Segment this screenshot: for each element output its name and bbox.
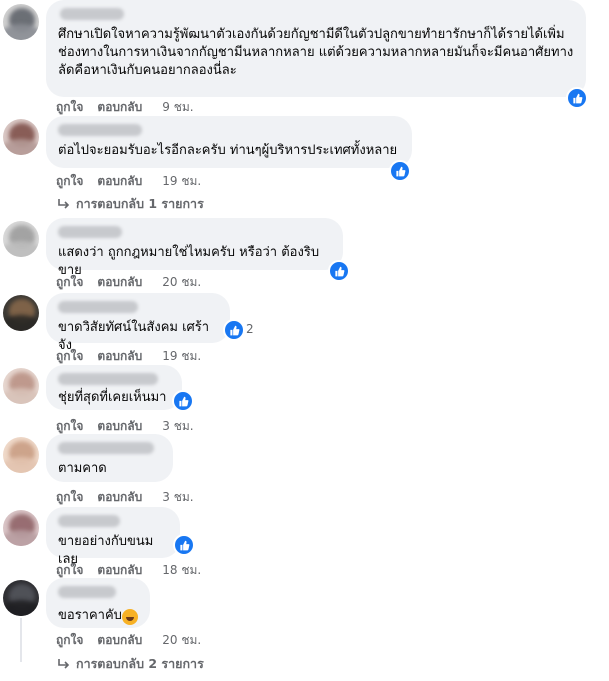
like-action[interactable]: ถูกใจ [56,98,83,117]
avatar[interactable] [3,510,39,546]
reply-action[interactable]: ตอบกลับ [97,488,142,507]
like-reaction-icon[interactable] [389,160,411,182]
timestamp[interactable]: 19 ชม. [162,172,201,191]
comment-bubble: แสดงว่า ถูกกฎหมายใช่ไหมครับ หรือว่า ต้อง… [46,218,343,278]
blurred-author-name[interactable] [58,442,154,454]
avatar[interactable] [3,580,39,616]
reply-action[interactable]: ตอบกลับ [97,273,142,292]
reply-action[interactable]: ตอบกลับ [97,631,142,650]
view-replies-link[interactable]: การตอบกลับ 1 รายการ [56,194,204,214]
like-action[interactable]: ถูกใจ [56,172,83,191]
comment-actions: ถูกใจ ตอบกลับ 19 ชม. [56,172,215,191]
blurred-author-name[interactable] [58,226,122,238]
reply-arrow-icon [58,659,70,669]
comment-text: ตามคาด [58,461,107,476]
comment-bubble: ตามคาด [46,434,173,482]
like-reaction-icon[interactable] [173,534,195,556]
view-replies-link[interactable]: การตอบกลับ 2 รายการ [56,654,204,674]
comment-bubble: ขายอย่างกับขนมเลย [46,507,180,567]
timestamp[interactable]: 9 ชม. [162,98,193,117]
comment-text: ชุ่ยที่สุดที่เคยเห็นมา [58,390,167,405]
comment-bubble: ขาดวิสัยทัศน์ในสังคม เศร้าจัง [46,293,230,353]
like-action[interactable]: ถูกใจ [56,347,83,366]
comment-actions: ถูกใจ ตอบกลับ 9 ชม. [56,98,208,117]
laughing-face-icon[interactable] [122,609,138,625]
timestamp[interactable]: 3 ชม. [162,417,193,436]
blurred-author-name[interactable] [58,373,158,385]
like-action[interactable]: ถูกใจ [56,488,83,507]
replies-label: การตอบกลับ 2 รายการ [76,656,204,671]
reply-arrow-icon [58,199,70,209]
avatar[interactable] [3,221,39,257]
comment-bubble: ชุ่ยที่สุดที่เคยเห็นมา [46,365,182,410]
comment-text: ศึกษาเปิดใจหาความรู้พัฒนาตัวเองกันด้วยกั… [58,27,574,78]
reply-action[interactable]: ตอบกลับ [97,98,142,117]
blurred-author-name[interactable] [58,586,116,598]
like-reaction-icon[interactable] [566,87,588,109]
avatar[interactable] [3,4,39,40]
avatar[interactable] [3,368,39,404]
comment-actions: ถูกใจ ตอบกลับ 19 ชม. [56,347,215,366]
blurred-author-name[interactable] [60,8,124,20]
like-action[interactable]: ถูกใจ [56,273,83,292]
avatar[interactable] [3,119,39,155]
reply-action[interactable]: ตอบกลับ [97,347,142,366]
timestamp[interactable]: 20 ชม. [162,273,201,292]
avatar[interactable] [3,437,39,473]
blurred-author-name[interactable] [58,301,138,313]
like-reaction-icon[interactable] [328,260,350,282]
comment-bubble: ต่อไปจะยอมรับอะไรอีกละครับ ท่านๆผู้บริหา… [46,116,412,168]
like-action[interactable]: ถูกใจ [56,631,83,650]
like-reaction-icon[interactable] [172,390,194,412]
blurred-author-name[interactable] [58,124,142,136]
comment-actions: ถูกใจ ตอบกลับ 20 ชม. [56,631,215,650]
timestamp[interactable]: 20 ชม. [162,631,201,650]
timestamp[interactable]: 3 ชม. [162,488,193,507]
timestamp[interactable]: 19 ชม. [162,347,201,366]
comment-bubble: ศึกษาเปิดใจหาความรู้พัฒนาตัวเองกันด้วยกั… [46,0,586,97]
comment-actions: ถูกใจ ตอบกลับ 3 ชม. [56,488,208,507]
timestamp[interactable]: 18 ชม. [162,561,201,580]
reply-action[interactable]: ตอบกลับ [97,172,142,191]
comment-actions: ถูกใจ ตอบกลับ 20 ชม. [56,273,215,292]
comment-text: ต่อไปจะยอมรับอะไรอีกละครับ ท่านๆผู้บริหา… [58,143,398,158]
blurred-author-name[interactable] [58,515,120,527]
avatar[interactable] [3,295,39,331]
reaction-count[interactable]: 2 [246,322,254,336]
replies-label: การตอบกลับ 1 รายการ [76,196,204,211]
like-reaction-icon[interactable] [223,319,245,341]
thread-connector [20,618,22,662]
